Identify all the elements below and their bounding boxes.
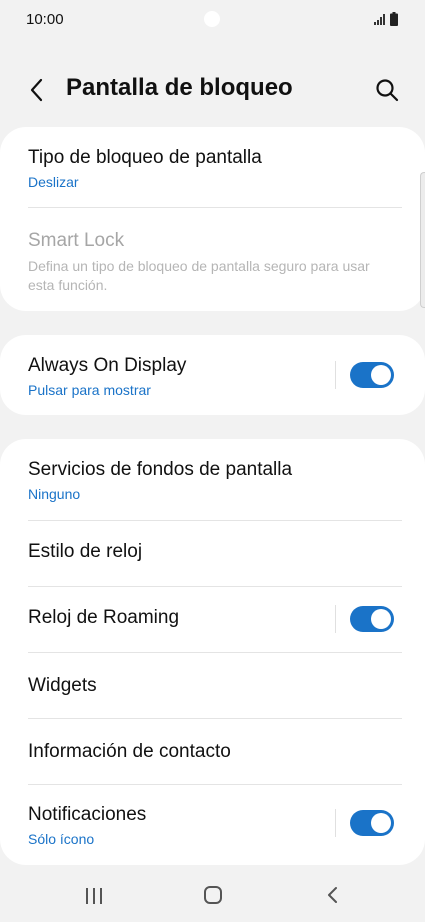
roaming-clock-title: Reloj de Roaming <box>28 607 180 628</box>
wallpaper-services-title: Servicios de fondos de pantalla <box>28 459 293 480</box>
contact-info-row[interactable]: Información de contacto <box>0 719 425 784</box>
smart-lock-description: Defina un tipo de bloqueo de pantalla se… <box>28 258 370 293</box>
search-icon[interactable] <box>374 77 400 103</box>
toggle-knob <box>371 365 391 385</box>
display-card: Servicios de fondos de pantalla Ninguno … <box>0 439 425 865</box>
clock-style-title: Estilo de reloj <box>28 541 143 562</box>
security-card: Tipo de bloqueo de pantalla Deslizar Sma… <box>0 127 425 311</box>
aod-value: Pulsar para mostrar <box>28 382 151 398</box>
aod-row[interactable]: Always On Display Pulsar para mostrar <box>0 335 425 415</box>
battery-icon <box>390 12 398 26</box>
lock-type-value: Deslizar <box>28 174 79 190</box>
aod-title: Always On Display <box>28 355 187 376</box>
separator <box>335 809 336 837</box>
navigation-bar <box>0 870 425 922</box>
separator <box>335 361 336 389</box>
clock-style-row[interactable]: Estilo de reloj <box>0 521 425 586</box>
smart-lock-row: Smart Lock Defina un tipo de bloqueo de … <box>0 208 425 311</box>
status-bar: 10:00 <box>0 0 425 40</box>
back-icon[interactable] <box>26 76 50 104</box>
smart-lock-title: Smart Lock <box>28 230 125 251</box>
wallpaper-services-value: Ninguno <box>28 486 81 502</box>
notifications-title: Notificaciones <box>28 804 147 825</box>
app-bar: Pantalla de bloqueo <box>0 60 425 120</box>
camera-cutout <box>204 11 220 27</box>
toggle-knob <box>371 813 391 833</box>
wallpaper-services-row[interactable]: Servicios de fondos de pantalla Ninguno <box>0 439 425 520</box>
aod-toggle[interactable] <box>350 362 394 388</box>
signal-icon <box>374 14 385 25</box>
lock-type-title: Tipo de bloqueo de pantalla <box>28 147 262 168</box>
widgets-title: Widgets <box>28 675 97 696</box>
lock-type-row[interactable]: Tipo de bloqueo de pantalla Deslizar <box>0 127 425 208</box>
home-icon[interactable] <box>203 885 223 905</box>
toggle-knob <box>371 609 391 629</box>
notifications-toggle[interactable] <box>350 810 394 836</box>
aod-card: Always On Display Pulsar para mostrar <box>0 335 425 415</box>
roaming-clock-row[interactable]: Reloj de Roaming <box>0 587 425 652</box>
recent-apps-icon[interactable] <box>84 886 104 906</box>
notifications-value: Sólo ícono <box>28 831 95 847</box>
status-time: 10:00 <box>26 11 64 28</box>
separator <box>335 605 336 633</box>
page-title: Pantalla de bloqueo <box>66 74 293 101</box>
back-icon[interactable] <box>325 885 341 905</box>
widgets-row[interactable]: Widgets <box>0 653 425 718</box>
scroll-indicator[interactable] <box>420 172 425 308</box>
notifications-row[interactable]: Notificaciones Sólo ícono <box>0 785 425 865</box>
roaming-clock-toggle[interactable] <box>350 606 394 632</box>
contact-info-title: Información de contacto <box>28 741 231 762</box>
